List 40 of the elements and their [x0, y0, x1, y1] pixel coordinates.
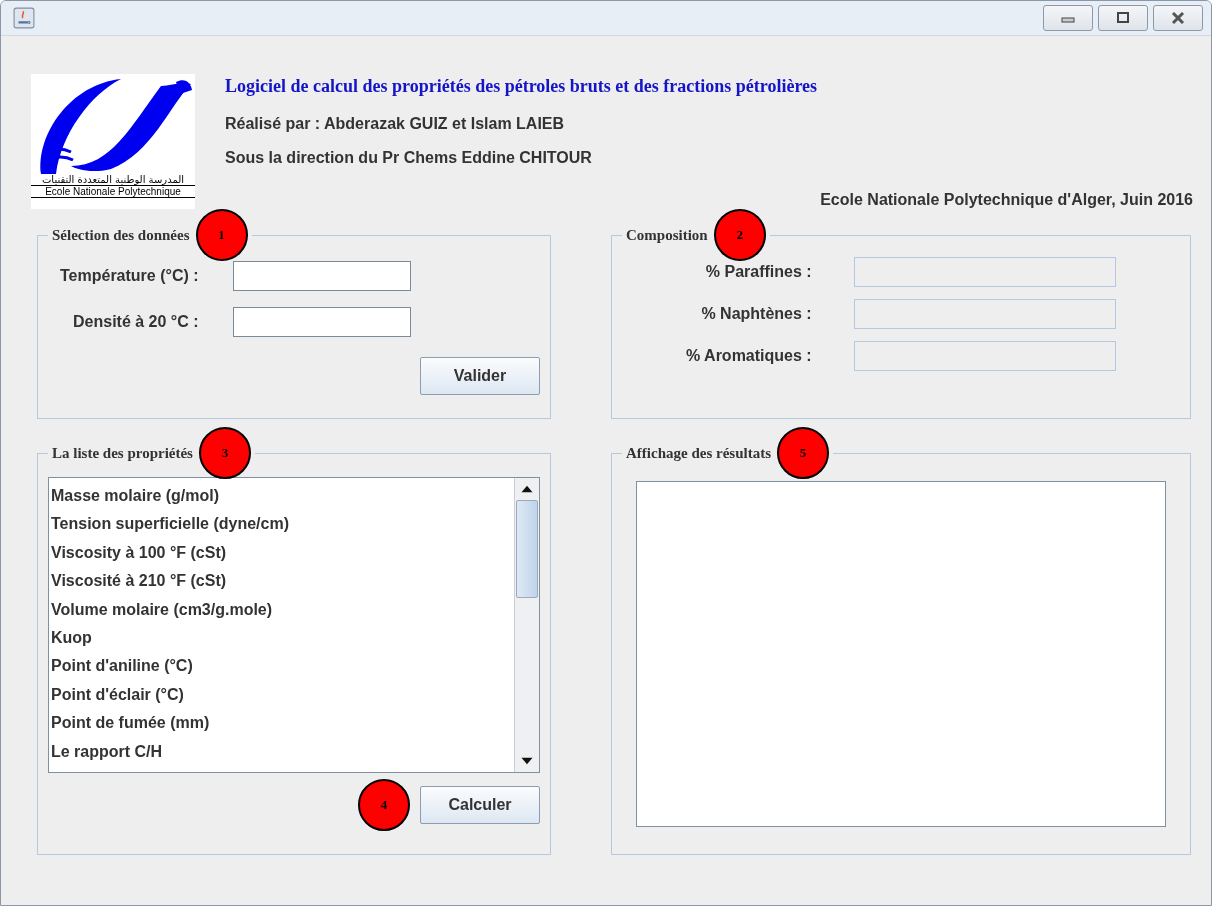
- field-label: % Aromatiques :: [686, 347, 812, 365]
- list-item[interactable]: Point d'éclair (°C): [49, 680, 514, 710]
- field-label: Température (°C) :: [60, 267, 199, 285]
- number-badge: 3: [198, 427, 251, 479]
- field-label: Densité à 20 °C :: [72, 313, 199, 331]
- validate-button[interactable]: Valider: [420, 357, 540, 395]
- minimize-button[interactable]: [1043, 5, 1093, 31]
- logo-text: المدرسة الوطنية المتعددة التقنيات: [31, 174, 195, 186]
- maximize-button[interactable]: [1098, 5, 1148, 31]
- group-title: Sélection des données: [52, 226, 190, 244]
- close-button[interactable]: [1153, 5, 1203, 31]
- input-field[interactable]: [232, 261, 411, 291]
- list-item[interactable]: Le rapport C/H: [49, 737, 514, 766]
- group-title: La liste des propriétés: [52, 444, 193, 462]
- field-label: % Naphtènes :: [700, 305, 812, 323]
- number-badge: 1: [195, 209, 248, 261]
- number-badge: 5: [777, 427, 829, 479]
- calculate-button[interactable]: Calculer: [420, 786, 540, 824]
- number-badge: 4: [358, 779, 410, 831]
- list-item[interactable]: Point d'aniline (°C): [49, 652, 514, 681]
- authors-text: Réalisé par : Abderazak GUIZ et Islam LAIEB: [225, 115, 566, 133]
- list-item[interactable]: Tension superficielle (dyne/cm): [49, 510, 514, 539]
- group-title: Affichage des résultats: [626, 444, 771, 462]
- supervisor-text: Sous la direction du Pr Chems Eddine CHITOUR: [225, 149, 593, 167]
- list-item[interactable]: Masse molaire (g/mol): [49, 482, 514, 511]
- group-title: Composition: [626, 226, 708, 244]
- logo-text: Ecole Nationale Polytechnique: [31, 186, 195, 198]
- list-item[interactable]: Volume molaire (cm3/g.mole): [49, 595, 514, 624]
- list-item[interactable]: Kuop: [49, 623, 514, 653]
- school-date-text: Ecole Nationale Polytechnique d'Alger, Juin 2016: [820, 191, 1193, 209]
- property-list[interactable]: [48, 477, 540, 773]
- number-badge: 2: [713, 209, 766, 261]
- field-label: % Paraffines :: [704, 263, 812, 281]
- list-item[interactable]: Viscosité à 210 °F (cSt): [49, 567, 514, 596]
- scroll-thumb[interactable]: [516, 500, 538, 598]
- list-item[interactable]: Point de fumée (mm): [49, 709, 514, 738]
- scrollbar[interactable]: [514, 478, 539, 772]
- app-title: Logiciel de calcul des propriétés des pétroles bruts et des fractions pétrolières: [225, 76, 819, 97]
- list-item[interactable]: Viscosity à 100 °F (cSt): [49, 538, 514, 568]
- input-field[interactable]: [232, 307, 411, 337]
